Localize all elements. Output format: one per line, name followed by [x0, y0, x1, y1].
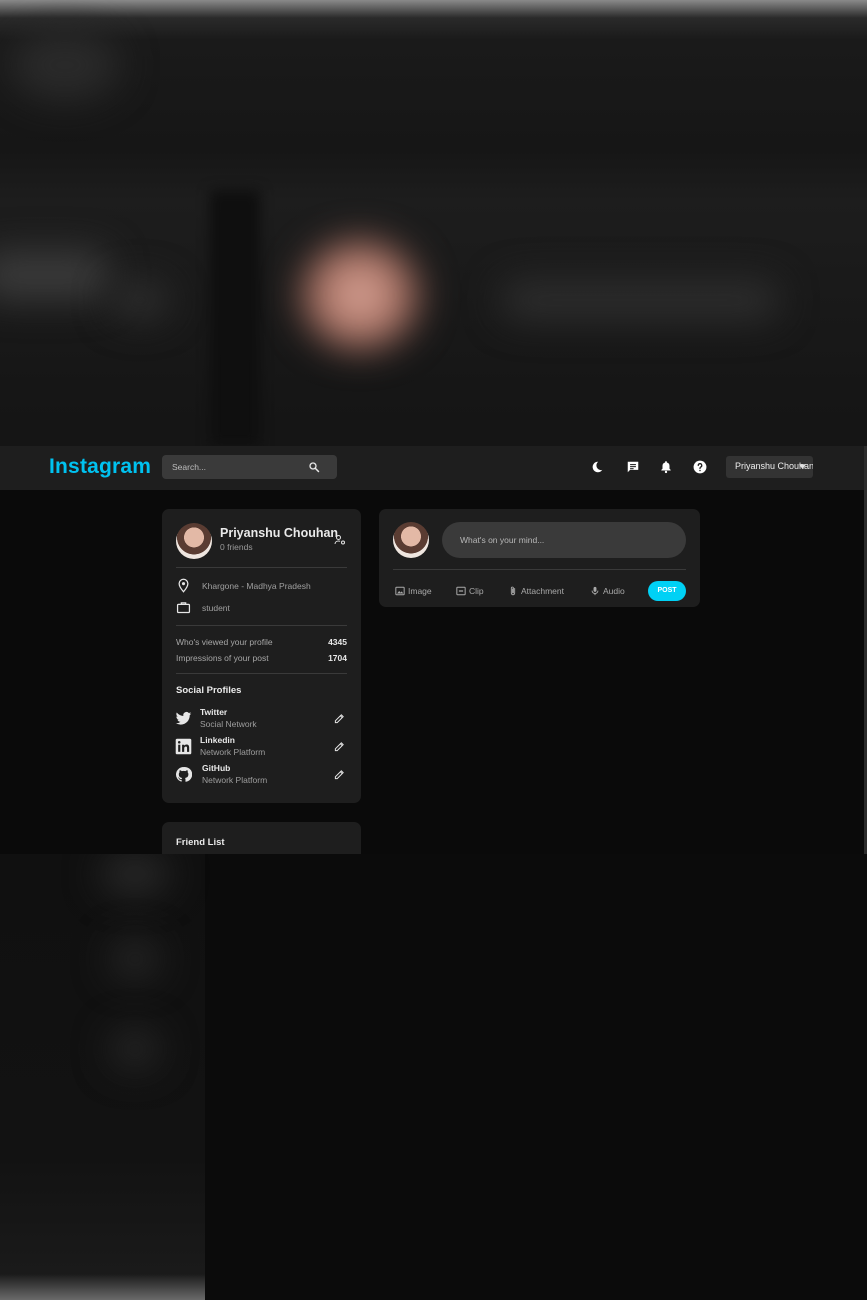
divider: [393, 569, 686, 570]
briefcase-icon: [176, 602, 191, 614]
attachment-icon: [510, 586, 516, 596]
friend-list-title: Friend List: [176, 837, 225, 848]
chevron-down-icon: [799, 464, 806, 470]
message-icon[interactable]: [626, 460, 640, 474]
stat-value-impressions: 1704: [328, 653, 347, 663]
social-name-linkedin[interactable]: Linkedin: [200, 735, 235, 745]
image-icon: [395, 586, 405, 596]
dark-mode-icon[interactable]: [590, 460, 604, 474]
profile-name[interactable]: Priyanshu Chouhan: [220, 526, 338, 540]
friends-count: 0 friends: [220, 542, 253, 552]
gif-icon: [456, 586, 466, 596]
blurred-backdrop-top: [0, 0, 867, 446]
occupation-text: student: [202, 603, 230, 613]
social-sub-linkedin: Network Platform: [200, 747, 266, 757]
location-text: Khargone - Madhya Pradesh: [202, 581, 311, 591]
divider: [176, 567, 347, 568]
search-icon[interactable]: [308, 461, 320, 473]
search-input[interactable]: [172, 459, 302, 475]
search-bar[interactable]: [162, 455, 337, 479]
stat-label-profile-views: Who's viewed your profile: [176, 637, 273, 647]
audio-button-label: Audio: [603, 586, 625, 596]
stat-label-impressions: Impressions of your post: [176, 653, 269, 663]
blurred-backdrop-bottom: [0, 854, 867, 1300]
profile-card: Priyanshu Chouhan 0 friends Khargone - M…: [162, 509, 361, 803]
user-menu-select[interactable]: Priyanshu Chouhan: [726, 456, 813, 478]
clip-button-label: Clip: [469, 586, 484, 596]
microphone-icon: [591, 586, 599, 596]
avatar[interactable]: [393, 522, 429, 558]
attachment-button-label: Attachment: [521, 586, 564, 596]
manage-account-icon[interactable]: [334, 534, 346, 546]
social-name-github[interactable]: GitHub: [202, 763, 230, 773]
navbar: Instagram Priyanshu Chouhan: [0, 446, 867, 490]
social-name-twitter[interactable]: Twitter: [200, 707, 227, 717]
friend-list-card: Friend List: [162, 822, 361, 854]
social-sub-twitter: Social Network: [200, 719, 257, 729]
post-input[interactable]: [460, 532, 670, 548]
notification-bell-icon[interactable]: [659, 460, 673, 474]
social-profiles-title: Social Profiles: [176, 685, 242, 696]
divider: [176, 625, 347, 626]
twitter-icon: [175, 712, 192, 725]
post-input-container[interactable]: [442, 522, 686, 558]
location-pin-icon: [178, 578, 189, 593]
avatar[interactable]: [176, 523, 212, 559]
post-button[interactable]: POST: [648, 581, 686, 601]
edit-twitter-icon[interactable]: [334, 713, 345, 724]
logo[interactable]: Instagram: [49, 455, 151, 479]
image-button-label: Image: [408, 586, 432, 596]
edit-linkedin-icon[interactable]: [334, 741, 345, 752]
divider: [176, 673, 347, 674]
create-post-card: Image Clip Attachment Audio POST: [379, 509, 700, 607]
social-sub-github: Network Platform: [202, 775, 268, 785]
app-window: Instagram Priyanshu Chouhan: [0, 446, 867, 854]
stat-value-profile-views: 4345: [328, 637, 347, 647]
edit-github-icon[interactable]: [334, 769, 345, 780]
github-icon: [176, 767, 192, 782]
help-icon[interactable]: [693, 460, 707, 474]
linkedin-icon: [175, 738, 192, 755]
